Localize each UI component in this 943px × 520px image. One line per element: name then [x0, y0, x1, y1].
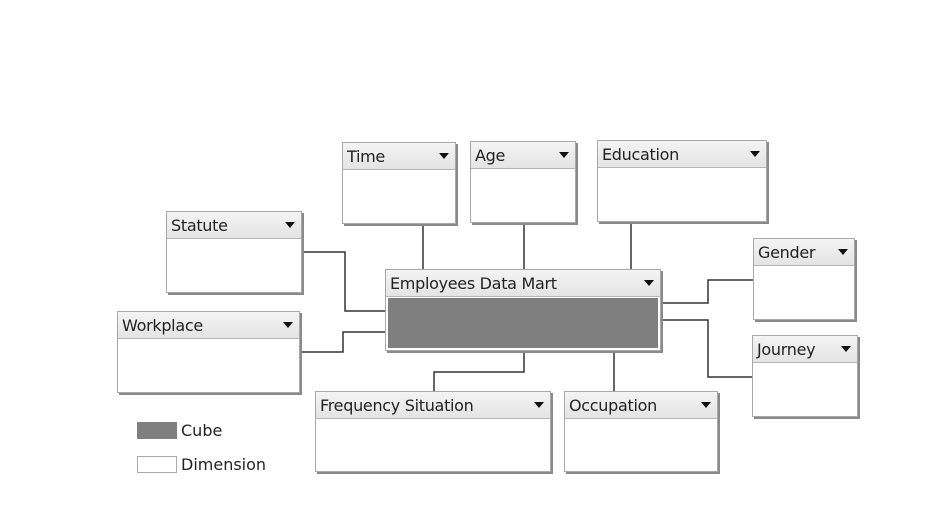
cube-body: [388, 298, 658, 348]
cube-title: Employees Data Mart: [390, 273, 557, 293]
dimension-time[interactable]: Time: [342, 142, 456, 224]
legend-dimension-swatch: [137, 456, 177, 473]
chevron-down-icon[interactable]: [701, 402, 711, 408]
dimension-occupation[interactable]: Occupation: [564, 391, 718, 472]
dimension-title: Gender: [758, 242, 816, 262]
chevron-down-icon[interactable]: [285, 222, 295, 228]
dimension-title: Age: [475, 145, 506, 165]
legend-cube-swatch: [137, 422, 177, 439]
connector-statute: [302, 251, 385, 312]
dimension-age[interactable]: Age: [470, 141, 576, 223]
chevron-down-icon[interactable]: [838, 249, 848, 255]
dimension-gender[interactable]: Gender: [753, 238, 855, 320]
dimension-title: Workplace: [122, 315, 203, 335]
dimension-title: Frequency Situation: [320, 395, 474, 415]
dimension-statute[interactable]: Statute: [166, 211, 302, 293]
dimension-title: Statute: [171, 215, 228, 235]
chevron-down-icon[interactable]: [644, 280, 654, 286]
dimension-education[interactable]: Education: [597, 140, 767, 222]
legend-dimension-label: Dimension: [181, 455, 267, 474]
chevron-down-icon[interactable]: [750, 151, 760, 157]
cube-employees-data-mart[interactable]: Employees Data Mart: [385, 269, 661, 351]
chevron-down-icon[interactable]: [559, 152, 569, 158]
connector-journey: [661, 319, 752, 378]
chevron-down-icon[interactable]: [841, 346, 851, 352]
dimension-workplace[interactable]: Workplace: [117, 311, 300, 393]
dimension-title: Occupation: [569, 395, 657, 415]
connector-frequency-situation: [433, 351, 525, 391]
dimension-journey[interactable]: Journey: [752, 335, 858, 417]
chevron-down-icon[interactable]: [534, 402, 544, 408]
chevron-down-icon[interactable]: [439, 153, 449, 159]
dimension-title: Time: [347, 146, 385, 166]
dimension-frequency-situation[interactable]: Frequency Situation: [315, 391, 551, 472]
dimension-title: Education: [602, 144, 679, 164]
legend-cube-label: Cube: [181, 421, 223, 440]
connector-gender: [661, 279, 753, 304]
star-schema-diagram: Time Age Education Statute Workplace Emp…: [0, 0, 943, 520]
dimension-title: Journey: [757, 339, 816, 359]
chevron-down-icon[interactable]: [283, 322, 293, 328]
connector-workplace: [300, 331, 385, 353]
